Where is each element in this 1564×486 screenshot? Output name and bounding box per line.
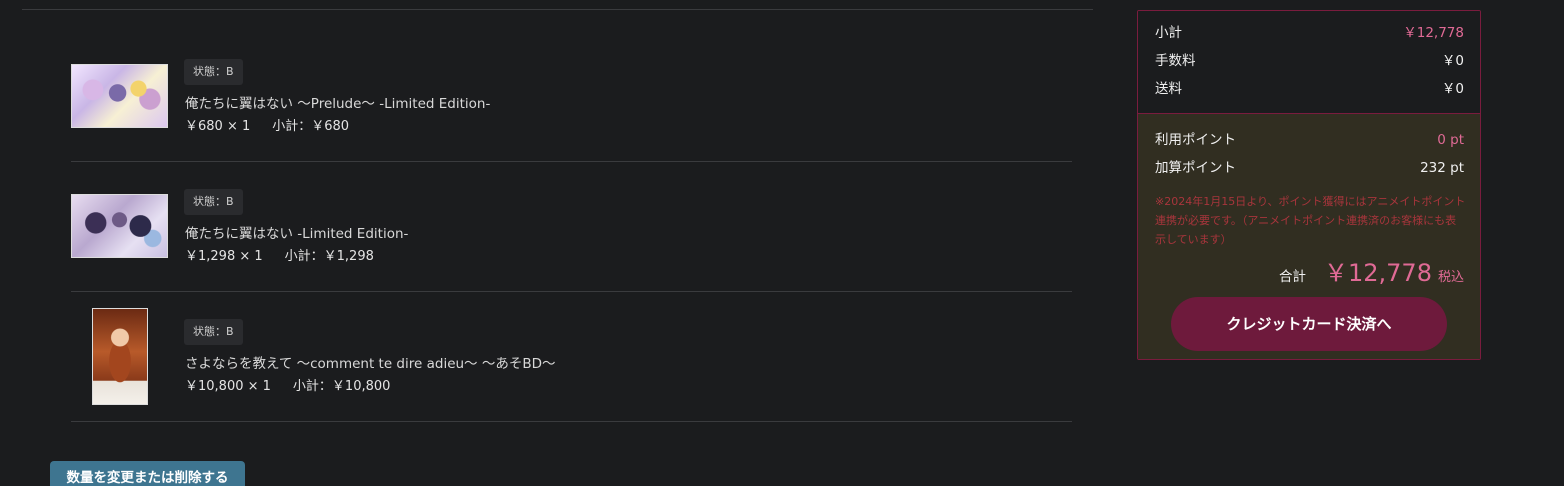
unit-price: ￥680 × 1	[185, 119, 251, 134]
condition-badge: 状態：B	[184, 59, 243, 85]
product-title[interactable]: 俺たちに翼はない -Limited Edition-	[185, 222, 408, 242]
product-price-line: ￥680 × 1 小計：￥680	[185, 115, 349, 134]
total-label: 合計	[1279, 269, 1306, 285]
fee-value: ￥0	[1441, 53, 1464, 69]
unit-price: ￥1,298 × 1	[185, 249, 263, 264]
change-quantity-button[interactable]: 数量を変更または削除する	[50, 461, 245, 486]
used-points-row: 利用ポイント 0 pt	[1155, 130, 1464, 150]
divider	[22, 9, 1093, 10]
product-price-line: ￥1,298 × 1 小計：￥1,298	[185, 245, 374, 264]
product-title[interactable]: 俺たちに翼はない 〜Prelude〜 -Limited Edition-	[185, 92, 490, 112]
cart-item: 状態：B 俺たちに翼はない -Limited Edition- ￥1,298 ×…	[71, 161, 1072, 292]
subtotal-label: 小計	[1155, 25, 1182, 41]
total-line: 合計 ￥12,778 税込	[1279, 253, 1464, 287]
used-points-label: 利用ポイント	[1155, 132, 1236, 148]
tax-included-label: 税込	[1437, 270, 1464, 285]
subtotal-row: 小計 ￥12,778	[1155, 23, 1464, 43]
credit-card-checkout-button[interactable]: クレジットカード決済へ	[1171, 297, 1447, 351]
item-subtotal: 小計：￥680	[272, 119, 350, 134]
used-points-value: 0 pt	[1437, 132, 1464, 148]
unit-price: ￥10,800 × 1	[185, 379, 271, 394]
product-thumbnail[interactable]	[71, 194, 168, 258]
subtotal-value: ￥12,778	[1403, 25, 1464, 41]
added-points-label: 加算ポイント	[1155, 160, 1236, 176]
cart-item: 状態：B 俺たちに翼はない 〜Prelude〜 -Limited Edition…	[71, 31, 1072, 162]
added-points-row: 加算ポイント 232 pt	[1155, 158, 1464, 178]
summary-points-total: 利用ポイント 0 pt 加算ポイント 232 pt ※2024年1月15日より、…	[1138, 114, 1480, 359]
added-points-value: 232 pt	[1420, 160, 1464, 176]
shipping-label: 送料	[1155, 81, 1182, 97]
item-subtotal: 小計：￥10,800	[292, 379, 391, 394]
product-thumbnail[interactable]	[71, 64, 168, 128]
item-subtotal: 小計：￥1,298	[284, 249, 374, 264]
fee-label: 手数料	[1155, 53, 1196, 69]
total-amount: ￥12,778	[1324, 259, 1432, 287]
shipping-value: ￥0	[1441, 81, 1464, 97]
product-price-line: ￥10,800 × 1 小計：￥10,800	[185, 375, 390, 394]
summary-costs: 小計 ￥12,778 手数料 ￥0 送料 ￥0	[1138, 11, 1480, 114]
points-notice: ※2024年1月15日より、ポイント獲得にはアニメイトポイント連携が必要です。（…	[1155, 195, 1466, 246]
cart-page: 状態：B 俺たちに翼はない 〜Prelude〜 -Limited Edition…	[0, 0, 1564, 486]
shipping-row: 送料 ￥0	[1155, 79, 1464, 99]
order-summary-panel: 小計 ￥12,778 手数料 ￥0 送料 ￥0 利用ポイント 0 pt 加算ポイ…	[1137, 10, 1481, 360]
cart-item: 状態：B さよならを教えて 〜comment te dire adieu〜 〜あ…	[71, 291, 1072, 422]
condition-badge: 状態：B	[184, 319, 243, 345]
fee-row: 手数料 ￥0	[1155, 51, 1464, 71]
condition-badge: 状態：B	[184, 189, 243, 215]
product-title[interactable]: さよならを教えて 〜comment te dire adieu〜 〜あそBD〜	[185, 352, 556, 372]
product-thumbnail[interactable]	[92, 308, 148, 405]
